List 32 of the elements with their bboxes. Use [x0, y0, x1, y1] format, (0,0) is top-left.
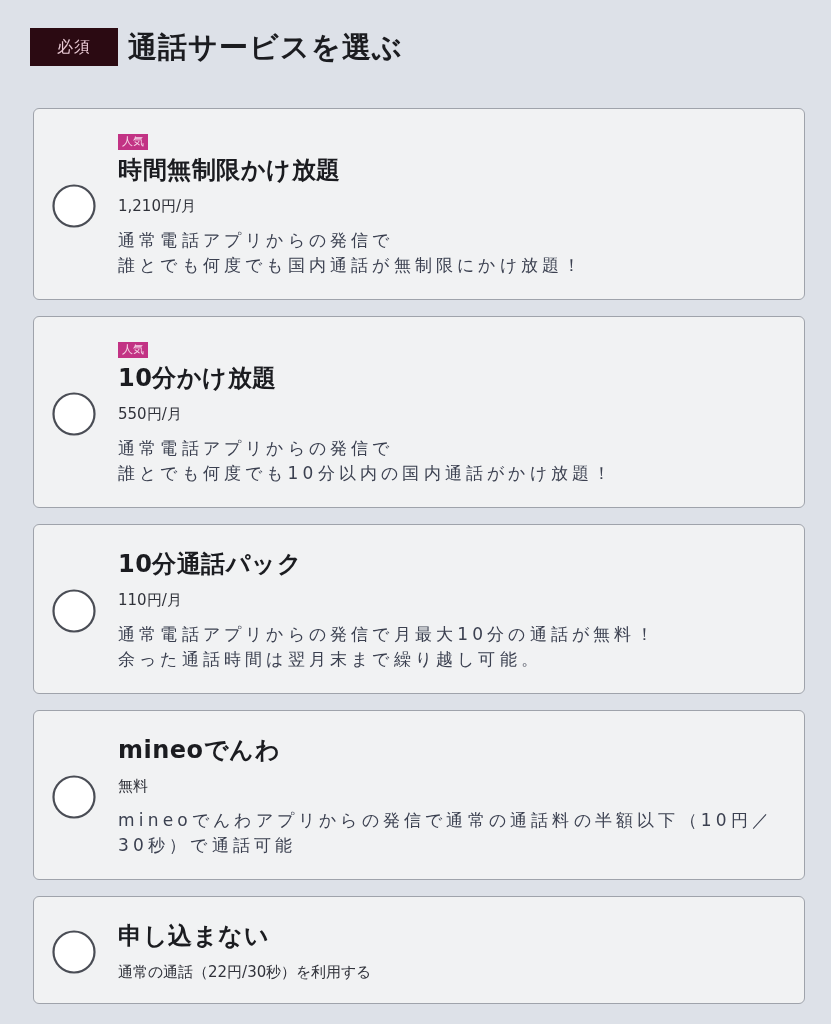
- option-title: 申し込まない: [118, 922, 269, 950]
- section-title: 通話サービスを選ぶ: [128, 29, 403, 66]
- option-card[interactable]: 申し込まない 通常の通話（22円/30秒）を利用する: [33, 896, 805, 1004]
- description-line: 通常電話アプリからの発信で: [118, 437, 394, 460]
- option-title: 10分かけ放題: [118, 364, 277, 392]
- popular-badge: 人気: [118, 134, 148, 150]
- radio-icon[interactable]: [52, 589, 96, 633]
- option-card[interactable]: 人気 時間無制限かけ放題 1,210円/月 通常電話アプリからの発信で 誰とでも何度でも国内通話が無制限にかけ放題！: [33, 108, 805, 300]
- option-price: 無料: [118, 776, 148, 796]
- option-price: 1,210円/月: [118, 196, 196, 216]
- option-card[interactable]: mineoでんわ 無料 mineoでんわアプリからの発信で通常の通話料の半額以下（10円／ 30秒）で通話可能: [33, 710, 805, 880]
- option-price: 通常の通話（22円/30秒）を利用する: [118, 962, 372, 982]
- radio-icon[interactable]: [52, 184, 96, 228]
- description-line: 30秒）で通話可能: [118, 834, 297, 857]
- radio-icon[interactable]: [52, 775, 96, 819]
- popular-badge: 人気: [118, 342, 148, 358]
- option-card[interactable]: 10分通話パック 110円/月 通常電話アプリからの発信で月最大10分の通話が無料！ 余った通話時間は翌月末まで繰り越し可能。: [33, 524, 805, 694]
- required-badge: 必須: [30, 28, 118, 66]
- option-price: 550円/月: [118, 404, 182, 424]
- description-line: mineoでんわアプリからの発信で通常の通話料の半額以下（10円／: [118, 809, 774, 832]
- option-card[interactable]: 人気 10分かけ放題 550円/月 通常電話アプリからの発信で 誰とでも何度でも10分以内の国内通話がかけ放題！: [33, 316, 805, 508]
- radio-icon[interactable]: [52, 930, 96, 974]
- description-line: 誰とでも何度でも10分以内の国内通話がかけ放題！: [118, 462, 615, 485]
- radio-icon[interactable]: [52, 392, 96, 436]
- description-line: 誰とでも何度でも国内通話が無制限にかけ放題！: [118, 254, 585, 277]
- description-line: 余った通話時間は翌月末まで繰り越し可能。: [118, 648, 542, 671]
- description-line: 通常電話アプリからの発信で: [118, 229, 394, 252]
- option-price: 110円/月: [118, 590, 182, 610]
- option-title: 10分通話パック: [118, 550, 303, 578]
- option-title: 時間無制限かけ放題: [118, 156, 341, 184]
- option-title: mineoでんわ: [118, 736, 281, 764]
- description-line: 通常電話アプリからの発信で月最大10分の通話が無料！: [118, 623, 657, 646]
